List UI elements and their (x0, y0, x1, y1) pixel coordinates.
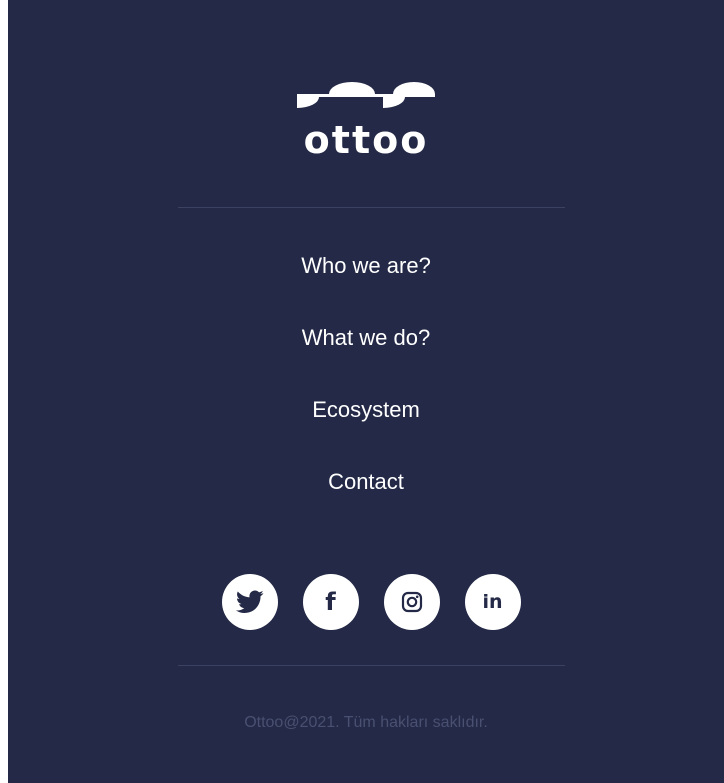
social-links: f in (13, 574, 724, 630)
instagram-icon (401, 591, 422, 613)
nav-link-ecosystem[interactable]: Ecosystem (312, 397, 420, 422)
twitter-icon (235, 590, 264, 613)
nav-link-what-we-do[interactable]: What we do? (302, 325, 430, 350)
facebook-button[interactable]: f (302, 574, 359, 630)
twitter-button[interactable] (221, 574, 278, 630)
footer-nav: Who we are? What we do? Ecosystem Contac… (8, 245, 724, 533)
bottom-divider (178, 665, 565, 666)
footer-panel: ottoo Who we are? What we do? Ecosystem … (8, 0, 724, 783)
instagram-button[interactable] (383, 574, 440, 630)
nav-item-who-we-are: Who we are? (8, 245, 724, 317)
linkedin-button[interactable]: in (464, 574, 521, 630)
copyright-text: Ottoo@2021. Tüm hakları saklıdır. (244, 714, 488, 731)
nav-item-ecosystem: Ecosystem (8, 389, 724, 461)
nav-item-what-we-do: What we do? (8, 317, 724, 389)
brand-logo[interactable]: ottoo (8, 82, 724, 162)
page: ottoo Who we are? What we do? Ecosystem … (0, 0, 724, 783)
top-divider (178, 207, 565, 208)
wave-logo-icon (297, 82, 435, 108)
nav-link-who-we-are[interactable]: Who we are? (301, 253, 431, 278)
nav-item-contact: Contact (8, 461, 724, 533)
facebook-icon: f (325, 588, 336, 616)
brand-name: ottoo (303, 118, 429, 162)
linkedin-icon: in (482, 590, 503, 613)
nav-link-contact[interactable]: Contact (328, 469, 404, 494)
